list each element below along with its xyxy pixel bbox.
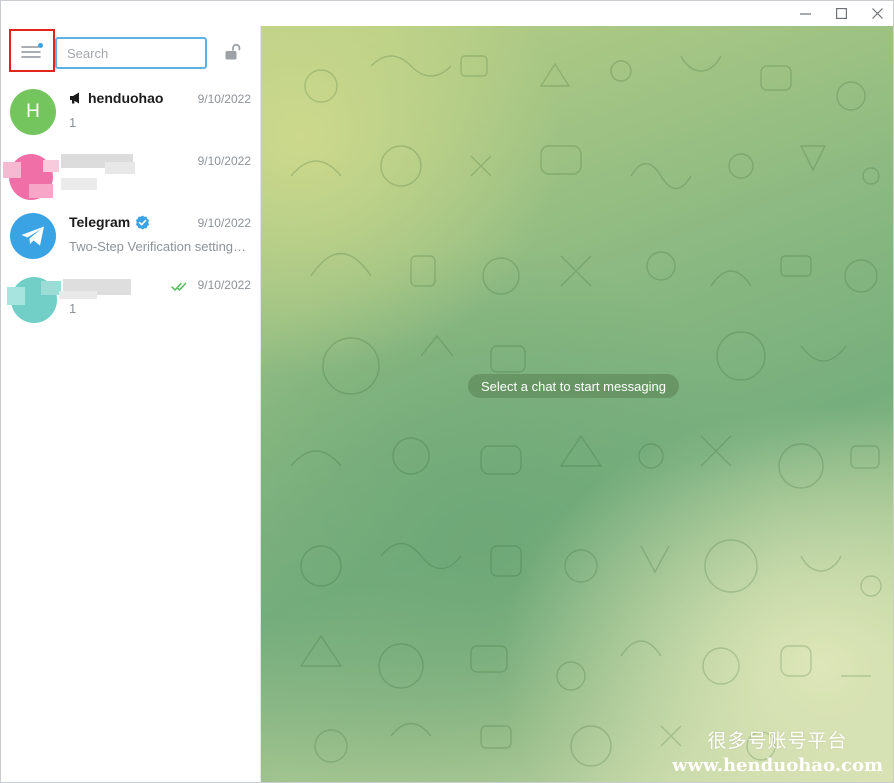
blurred-name-part <box>105 162 135 174</box>
avatar <box>10 213 56 259</box>
minimize-icon <box>799 13 811 15</box>
search-input[interactable] <box>57 39 205 67</box>
megaphone-icon <box>70 92 79 104</box>
doodle-pattern-background <box>290 55 882 767</box>
avatar: H <box>10 89 56 135</box>
chat-area: Select a chat to start messaging 很多号账号平台… <box>261 26 893 782</box>
chat-name: henduohao <box>69 90 163 106</box>
hamburger-menu-icon <box>21 42 43 58</box>
sidebar-header <box>1 26 261 80</box>
search-box[interactable] <box>55 37 207 69</box>
blurred-avatar <box>7 277 63 325</box>
watermark: 很多号账号平台 www.henduohao.com <box>672 726 883 776</box>
watermark-chinese: 很多号账号平台 <box>707 730 848 752</box>
chat-item-telegram[interactable]: Telegram 9/10/2022 Two-Step Verification… <box>1 205 261 267</box>
title-bar <box>1 1 893 26</box>
main-menu-button[interactable] <box>9 29 55 72</box>
empty-chat-message: Select a chat to start messaging <box>468 374 679 398</box>
chat-date: 9/10/2022 <box>197 216 251 230</box>
chat-name-text: henduohao <box>88 90 164 106</box>
avatar-letter: H <box>26 101 40 122</box>
chat-list: H henduohao 9/10/2022 1 9/10/2022 Telegr… <box>1 81 261 329</box>
app-window: H henduohao 9/10/2022 1 <box>0 0 894 783</box>
maximize-button[interactable] <box>823 1 859 26</box>
watermark-url: www.henduohao.com <box>672 755 883 776</box>
chat-date: 9/10/2022 <box>197 92 251 106</box>
chat-name-text: Telegram <box>69 214 131 230</box>
chat-date: 9/10/2022 <box>197 154 251 168</box>
unlock-icon[interactable] <box>222 42 244 64</box>
maximize-icon <box>835 8 847 19</box>
chat-date: 9/10/2022 <box>197 278 251 292</box>
close-icon <box>871 8 883 19</box>
chat-preview: 1 <box>69 301 77 316</box>
chat-preview: 1 <box>69 115 77 130</box>
verified-badge-icon <box>136 215 150 229</box>
telegram-plane-icon <box>21 226 44 246</box>
blurred-preview <box>61 178 97 190</box>
sidebar: H henduohao 9/10/2022 1 <box>1 26 261 782</box>
blurred-avatar <box>3 154 59 202</box>
chat-item-henduohao[interactable]: H henduohao 9/10/2022 1 <box>1 81 261 143</box>
chat-item-blurred-2[interactable]: 9/10/2022 1 <box>1 267 261 329</box>
chat-item-blurred-1[interactable]: 9/10/2022 <box>1 143 261 205</box>
notification-dot <box>38 42 43 48</box>
chat-name: Telegram <box>69 214 150 230</box>
double-check-icon <box>171 282 187 291</box>
blurred-name-part <box>59 291 97 299</box>
close-button[interactable] <box>859 1 893 26</box>
minimize-button[interactable] <box>787 1 823 26</box>
chat-preview: Two-Step Verification settings… <box>69 239 251 254</box>
